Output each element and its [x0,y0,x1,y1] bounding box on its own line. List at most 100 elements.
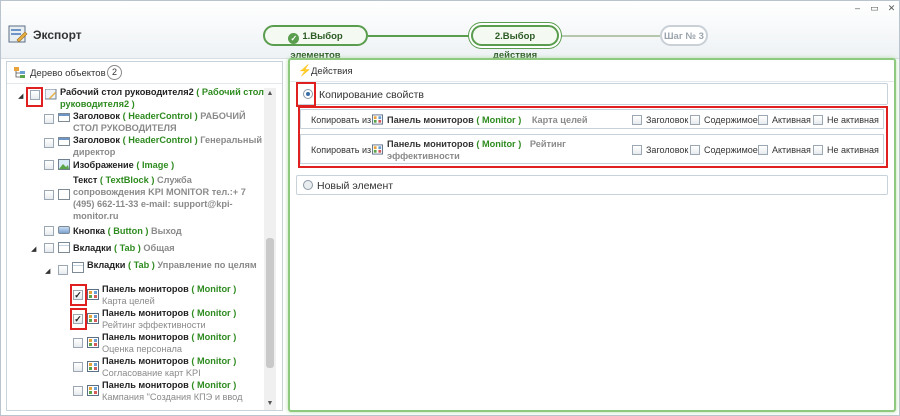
tree-checkbox[interactable] [44,243,54,253]
node-caption: Рейтинг эффективности [102,320,206,330]
monitor-panel-icon [87,313,99,324]
node-caption: Управление по целям [157,260,257,270]
node-close-paren: ) [194,135,198,145]
node-type: Monitor [196,332,231,342]
node-close-paren: ) [233,284,237,294]
window-title: Экспорт [33,28,82,42]
node-type: Tab [133,260,150,270]
node-close-paren: ) [233,380,237,390]
step-3[interactable]: Шаг № 3 [660,25,708,46]
tree-node-textblock[interactable]: Текст ( TextBlock ) Служба сопровождения… [44,174,264,224]
tree-node-tab-goals[interactable]: ◢ Вкладки ( Tab ) Управление по целям [45,259,264,283]
node-open-paren: ( [191,380,195,390]
monitor-panel-icon [87,289,99,300]
node-open-paren: ( [191,284,195,294]
node-name: Заголовок [73,135,121,145]
scroll-thumb[interactable] [266,238,274,368]
node-close-paren: ) [137,243,141,253]
object-tree-panel: Дерево объектов 2 ◢ Рабочий стол руковод… [6,61,283,411]
object-tree-header: Дерево объектов 2 [7,62,282,84]
node-type: Tab [119,243,136,253]
tree-checkbox[interactable] [44,226,54,236]
minimize-icon[interactable]: – [849,2,866,15]
monitor-panel-icon [87,361,99,372]
node-name: Панель мониторов [102,380,189,390]
node-close-paren: ) [171,160,175,170]
header-control-icon [58,137,70,146]
new-element-option[interactable]: Новый элемент [296,175,888,195]
tree-node-header-1[interactable]: Заголовок ( HeaderControl ) РАБОЧИЙ СТОЛ… [44,110,264,134]
tree-node-header-2[interactable]: Заголовок ( HeaderControl ) Генеральный … [44,134,264,158]
collapse-icon[interactable]: ◢ [45,266,50,278]
node-close-paren: ) [233,308,237,318]
tree-checkbox[interactable] [44,138,54,148]
tab-control-icon [58,242,70,253]
tree-node-label: Заголовок ( HeaderControl ) РАБОЧИЙ СТОЛ… [73,110,263,134]
node-caption: Общая [143,243,175,253]
node-caption: Кампания "Создания КПЭ и ввод [102,392,243,402]
tree-node-label: Текст ( TextBlock ) Служба сопровождения… [73,174,253,222]
tree-checkbox[interactable] [44,114,54,124]
node-close-paren: ) [131,99,135,109]
tree-node-label: Панель мониторов ( Monitor ) Оценка перс… [102,331,262,355]
node-type: HeaderControl [128,135,193,145]
node-name: Вкладки [87,260,126,270]
tree-checkbox[interactable] [73,362,83,372]
tree-node-button[interactable]: Кнопка ( Button ) Выход [44,225,264,239]
tree-checkbox[interactable] [73,338,83,348]
step-2-select-action[interactable]: 2.Выбор действия [471,25,559,61]
collapse-icon[interactable]: ◢ [18,91,23,103]
tree-checkbox[interactable] [58,265,68,275]
highlight-monitor-checkbox-2 [70,308,87,330]
tree-node-label: Панель мониторов ( Monitor ) Рейтинг эфф… [102,307,262,331]
copy-properties-option[interactable]: Копирование свойств [296,83,888,105]
tree-node-root[interactable]: ◢ Рабочий стол руководителя2 ( Рабочий с… [15,86,265,110]
node-type: Monitor [196,380,231,390]
selected-count-badge: 2 [107,65,122,80]
node-name: Текст [73,175,98,185]
tree-scrollbar[interactable]: ▲ ▼ [264,88,276,410]
node-name: Кнопка [73,226,106,236]
node-open-paren: ( [107,226,111,236]
node-open-paren: ( [127,260,131,270]
scroll-down-icon[interactable]: ▼ [264,398,276,410]
export-window: Экспорт – ▭ ✕ ✓ 1.Выбор элементов 2.Выбор… [0,0,900,416]
node-name: Рабочий стол руководителя2 [60,87,194,97]
tree-checkbox[interactable] [44,190,54,200]
collapse-icon[interactable]: ◢ [31,244,36,256]
tree-node-monitor-kpi[interactable]: Панель мониторов ( Monitor ) Согласовани… [73,355,263,379]
node-close-paren: ) [233,356,237,366]
tree-node-monitor-campaign[interactable]: Панель мониторов ( Monitor ) Кампания "С… [73,379,263,405]
tree-node-monitor-staff[interactable]: Панель мониторов ( Monitor ) Оценка перс… [73,331,263,355]
close-icon[interactable]: ✕ [883,2,900,15]
step-1-select-elements[interactable]: ✓ 1.Выбор элементов [263,25,368,61]
scroll-up-icon[interactable]: ▲ [264,88,276,100]
step-3-label: Шаг № 3 [664,31,704,42]
monitor-panel-icon [87,385,99,396]
actions-header: ⚡ Действия [290,60,894,82]
tree-node-tab-general[interactable]: ◢ Вкладки ( Tab ) Общая [31,242,264,256]
node-name: Вкладки [73,243,112,253]
maximize-icon[interactable]: ▭ [866,2,883,15]
image-icon [58,159,70,170]
export-app-icon [8,25,28,43]
node-type: HeaderControl [128,111,193,121]
node-open-paren: ( [113,243,117,253]
node-open-paren: ( [122,111,126,121]
new-element-label: Новый элемент [317,180,394,192]
tree-checkbox[interactable] [73,386,83,396]
node-caption: Служба сопровождения KPI MONITOR тел.:+ … [73,175,246,221]
tree-node-monitor-goal-map[interactable]: ✓ Панель мониторов ( Monitor ) Карта цел… [73,283,263,307]
highlight-monitor-checkbox-1 [70,284,87,306]
node-open-paren: ( [196,87,200,97]
new-element-radio[interactable] [303,180,313,190]
node-name: Панель мониторов [102,284,189,294]
node-type: Image [141,160,169,170]
tree-node-monitor-rating[interactable]: ✓ Панель мониторов ( Monitor ) Рейтинг э… [73,307,263,331]
node-close-paren: ) [151,175,155,185]
tree-node-image[interactable]: Изображение ( Image ) [44,159,264,173]
node-type: TextBlock [105,175,149,185]
tree-node-label: Вкладки ( Tab ) Управление по целям [87,259,262,271]
tree-checkbox[interactable] [44,160,54,170]
object-tree-title: Дерево объектов [30,68,106,79]
